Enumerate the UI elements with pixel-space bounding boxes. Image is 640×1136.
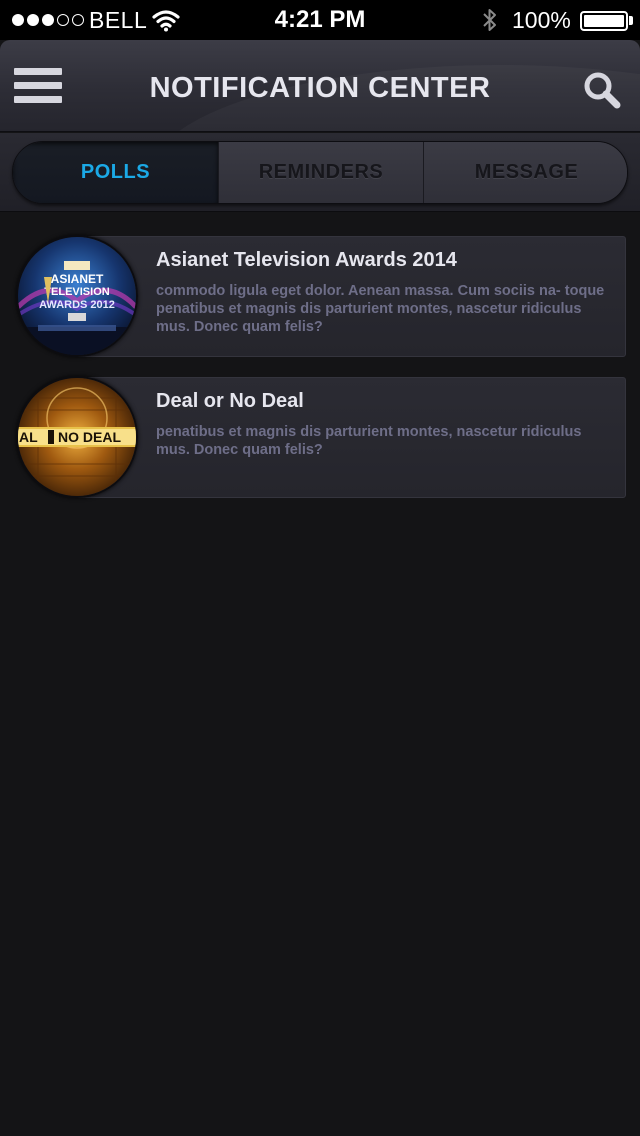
notification-item[interactable]: Asianet Television Awards 2014 commodo l… (76, 236, 626, 357)
battery-icon (580, 11, 628, 31)
deal-logo-right: NO DEAL (58, 429, 121, 445)
notification-title: Asianet Television Awards 2014 (156, 249, 457, 271)
notification-title: Deal or No Deal (156, 390, 304, 412)
awards-thumbnail: ASIANET TELEVISION AWARDS 2012 (16, 235, 138, 357)
battery-tip (629, 16, 633, 25)
header-bar: NOTIFICATION CENTER (0, 40, 640, 132)
bluetooth-icon (483, 9, 496, 31)
search-icon[interactable] (582, 70, 622, 110)
awards-logo-line-2: TELEVISION (44, 286, 109, 298)
page-title: NOTIFICATION CENTER (149, 72, 491, 104)
notification-item[interactable]: Deal or No Deal penatibus et magnis dis … (76, 377, 626, 498)
awards-logo-line-1: ASIANET (51, 272, 104, 286)
tab-polls[interactable]: POLLS (13, 142, 218, 203)
tab-strip: POLLS REMINDERS MESSAGE (0, 133, 640, 212)
tab-message[interactable]: MESSAGE (423, 142, 627, 203)
deal-logo-left: AL (19, 429, 38, 445)
segmented-control: POLLS REMINDERS MESSAGE (12, 141, 628, 204)
notification-body: penatibus et magnis dis parturient monte… (156, 424, 582, 458)
notification-body: commodo ligula eget dolor. Aenean massa.… (156, 283, 605, 335)
status-bar: BELL 4:21 PM 100% (0, 0, 640, 40)
deal-or-no-deal-thumbnail: AL NO DEAL (16, 376, 138, 498)
tab-reminders[interactable]: REMINDERS (218, 142, 423, 203)
battery-percentage: 100% (512, 7, 571, 33)
awards-logo-line-3: AWARDS 2012 (39, 299, 115, 311)
